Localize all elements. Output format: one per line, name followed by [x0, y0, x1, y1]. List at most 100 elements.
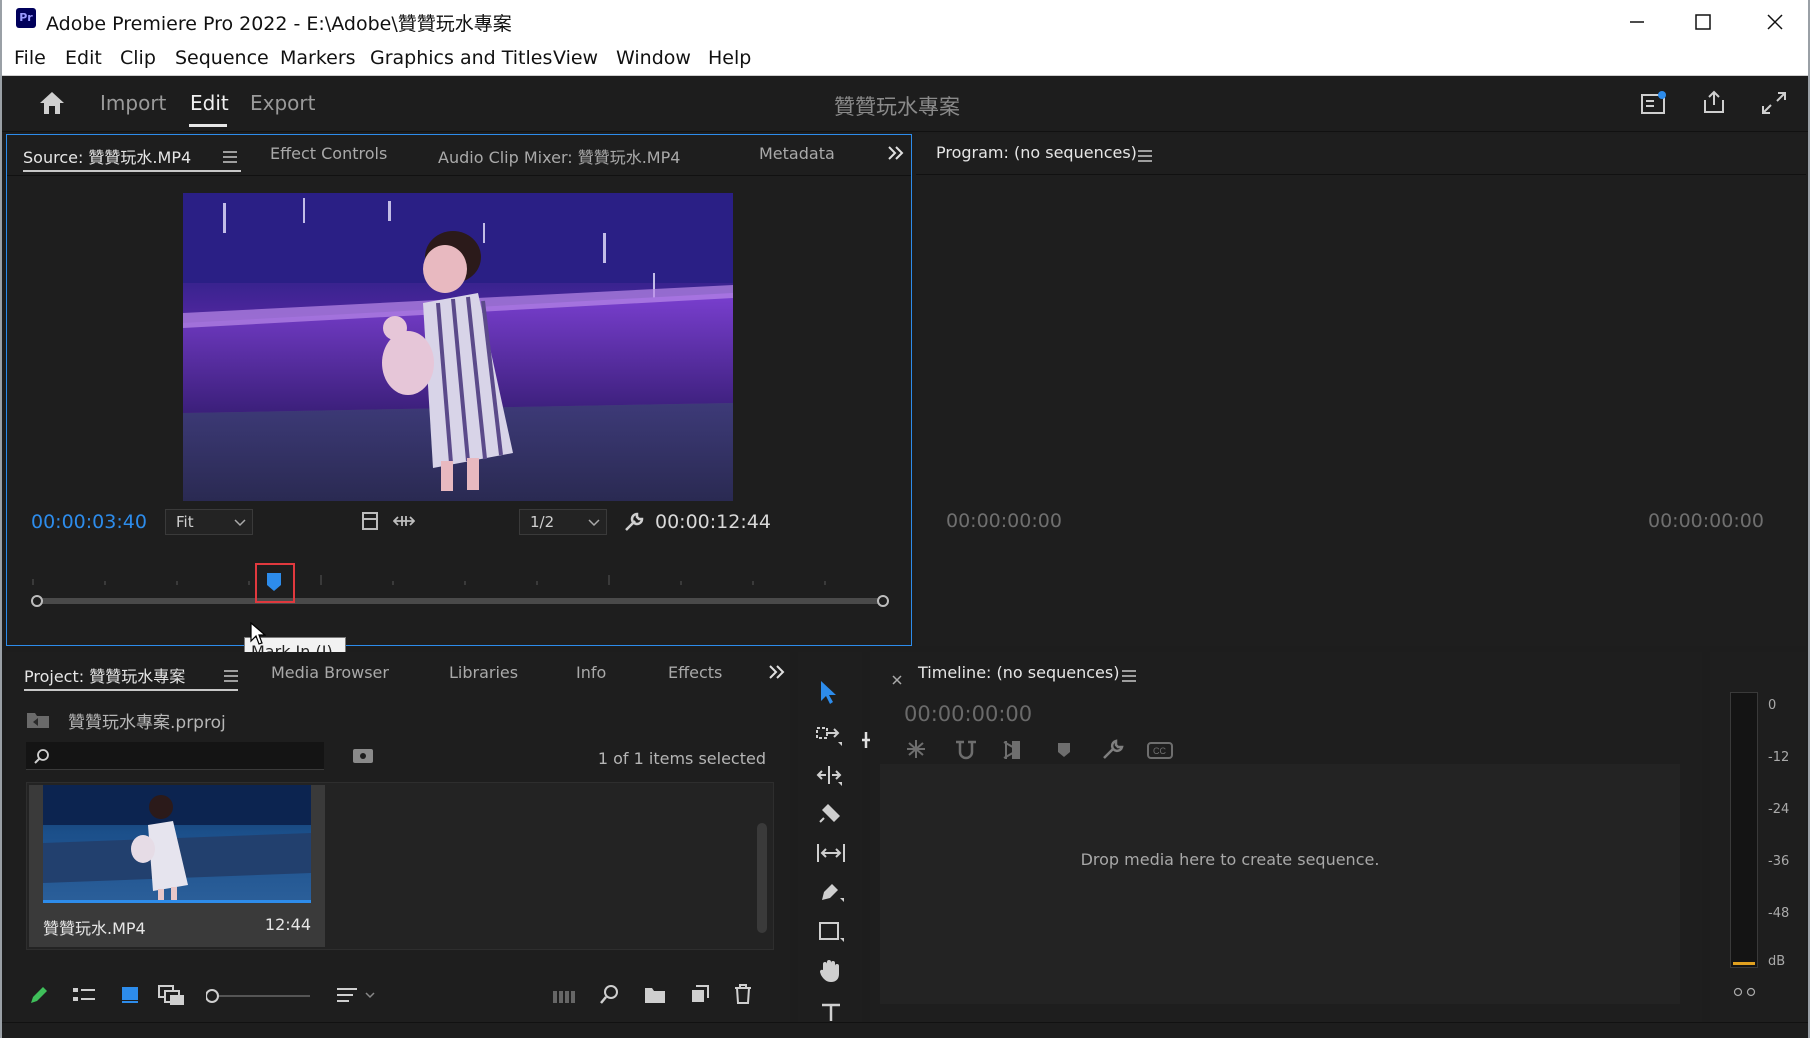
workspace-tab-edit[interactable]: Edit — [190, 91, 229, 115]
slip-tool[interactable] — [816, 842, 846, 868]
cursor-arrow-icon — [250, 621, 267, 645]
zoom-slider[interactable] — [205, 988, 314, 1004]
meter-label: -48 — [1768, 906, 1790, 921]
menu-view[interactable]: View — [553, 47, 598, 69]
list-view-button[interactable] — [72, 986, 96, 1008]
menu-sequence[interactable]: Sequence — [175, 47, 269, 69]
maximize-button[interactable] — [1688, 10, 1718, 34]
new-item-button[interactable] — [690, 984, 710, 1008]
hand-tool[interactable] — [818, 958, 842, 988]
menu-edit[interactable]: Edit — [65, 47, 102, 69]
close-timeline-icon[interactable] — [892, 670, 902, 689]
rectangle-tool[interactable] — [818, 920, 844, 948]
source-duration: 00:00:12:44 — [655, 511, 771, 533]
panel-menu-icon[interactable] — [223, 148, 237, 167]
fullscreen-button[interactable] — [1760, 90, 1788, 120]
resolution-select-value: 1/2 — [530, 513, 555, 531]
premiere-window: Pr Adobe Premiere Pro 2022 - E:\Adobe\贊贊… — [0, 0, 1810, 1038]
source-current-time[interactable]: 00:00:03:40 — [31, 511, 147, 533]
menu-graphics-and-titles[interactable]: Graphics and Titles — [370, 47, 552, 69]
menu-clip[interactable]: Clip — [120, 47, 156, 69]
folder-icon — [645, 988, 665, 1003]
source-monitor-panel: Source: 贊贊玩水.MP4 Effect Controls Audio C… — [6, 134, 912, 821]
icon-view-button[interactable] — [120, 984, 140, 1008]
close-button[interactable] — [1760, 10, 1790, 34]
menu-help[interactable]: Help — [708, 47, 751, 69]
tab-media-browser[interactable]: Media Browser — [271, 663, 389, 682]
project-scrollbar[interactable] — [757, 823, 767, 933]
razor-tool[interactable] — [818, 802, 842, 830]
timeline-panel: Timeline: (no sequences) 00:00:00:00 CC … — [870, 652, 1702, 1022]
meter-label: -36 — [1768, 854, 1790, 869]
timeline-title[interactable]: Timeline: (no sequences) — [918, 663, 1119, 682]
program-title[interactable]: Program: (no sequences) — [936, 143, 1137, 162]
selection-status: 1 of 1 items selected — [597, 749, 766, 768]
rectangle-icon — [819, 922, 844, 942]
mouse-cursor — [250, 621, 267, 650]
program-current-time[interactable]: 00:00:00:00 — [946, 510, 1062, 532]
find-button[interactable] — [600, 984, 620, 1008]
workspace-tab-export[interactable]: Export — [250, 91, 315, 115]
close-icon — [1767, 14, 1783, 30]
playback-range-bar[interactable] — [29, 592, 891, 607]
tools-panel — [798, 652, 862, 1022]
tab-libraries[interactable]: Libraries — [449, 663, 518, 682]
panel-menu-icon[interactable] — [1122, 667, 1136, 686]
new-bin-button[interactable] — [644, 986, 666, 1008]
expand-icon — [1762, 92, 1786, 114]
meter-label: dB — [1768, 954, 1786, 969]
minimize-icon — [1630, 21, 1644, 23]
zoom-select[interactable]: Fit — [165, 509, 253, 535]
drag-video-button[interactable] — [392, 513, 416, 533]
tab-audio-clip-mixer[interactable]: Audio Clip Mixer: 贊贊玩水.MP4 — [438, 144, 680, 168]
quick-export-button[interactable] — [1640, 90, 1668, 120]
panel-menu-icon[interactable] — [1138, 147, 1152, 166]
tab-project[interactable]: Project: 贊贊玩水專案 — [24, 663, 185, 687]
search-input[interactable] — [26, 742, 324, 770]
ripple-edit-tool[interactable] — [816, 764, 844, 792]
search-icon — [600, 985, 618, 1004]
new-search-bin-button[interactable] — [352, 746, 374, 768]
tab-effect-controls[interactable]: Effect Controls — [270, 144, 387, 163]
type-icon — [822, 1003, 840, 1021]
panels-icon — [1641, 91, 1666, 114]
timeline-track-area[interactable]: Drop media here to create sequence. — [880, 764, 1680, 1004]
more-tabs-chevron-icon[interactable] — [768, 664, 786, 684]
panel-menu-icon[interactable] — [224, 667, 238, 686]
resolution-select[interactable]: 1/2 — [519, 509, 607, 535]
track-select-tool[interactable] — [816, 724, 844, 752]
share-button[interactable] — [1700, 88, 1728, 120]
menu-window[interactable]: Window — [616, 47, 691, 69]
automate-to-sequence-button[interactable] — [552, 988, 576, 1008]
write-protect-button[interactable] — [28, 984, 50, 1010]
sort-icon — [337, 988, 375, 1002]
menu-markers[interactable]: Markers — [280, 47, 356, 69]
more-tabs-chevron-icon[interactable] — [887, 145, 905, 165]
safe-margins-button[interactable] — [361, 511, 379, 535]
minimize-button[interactable] — [1622, 10, 1652, 34]
trash-icon — [735, 984, 751, 1004]
selection-tool[interactable] — [818, 680, 840, 710]
freeform-view-button[interactable] — [158, 984, 186, 1010]
workspace-tab-import[interactable]: Import — [100, 91, 166, 115]
timeline-timecode[interactable]: 00:00:00:00 — [904, 702, 1032, 726]
menu-file[interactable]: File — [14, 47, 46, 69]
tab-info[interactable]: Info — [576, 663, 606, 682]
settings-button[interactable] — [623, 511, 645, 537]
program-monitor-panel: Program: (no sequences) 00:00:00:00 00:0… — [916, 134, 1806, 749]
home-button[interactable] — [38, 90, 66, 120]
clear-button[interactable] — [734, 984, 752, 1008]
playhead-highlight-box — [255, 563, 295, 603]
slip-icon — [817, 844, 845, 862]
clip-item[interactable]: 贊贊玩水.MP4 12:44 — [29, 785, 325, 947]
audio-meter-panel: 0 -12 -24 -36 -48 dB — [1710, 652, 1806, 1022]
pen-tool[interactable] — [818, 880, 844, 908]
project-name-title: 贊贊玩水專案 — [834, 95, 960, 119]
sort-icons-button[interactable] — [336, 986, 376, 1008]
tab-effects[interactable]: Effects — [668, 663, 722, 682]
tab-source[interactable]: Source: 贊贊玩水.MP4 — [23, 144, 191, 168]
solo-buttons[interactable] — [1732, 982, 1758, 1001]
tab-metadata[interactable]: Metadata — [759, 144, 835, 163]
audio-meter-channel-left — [1733, 962, 1744, 965]
ripple-edit-icon — [816, 766, 842, 786]
